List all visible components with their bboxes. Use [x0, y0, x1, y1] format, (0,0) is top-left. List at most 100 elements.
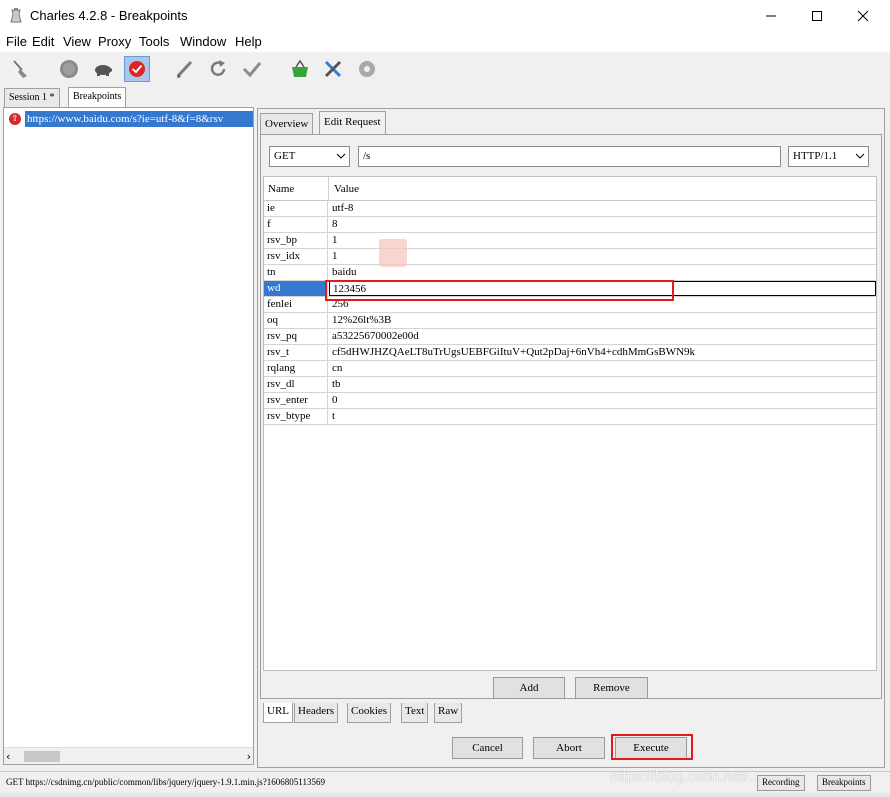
table-row[interactable]: rsv_idx 1 — [264, 249, 876, 265]
param-name-cell[interactable]: rsv_pq — [264, 329, 328, 344]
checkmark-icon — [242, 62, 262, 78]
param-value-cell[interactable]: a53225670002e00d — [329, 329, 876, 344]
param-name-cell[interactable]: rsv_btype — [264, 409, 328, 424]
red-highlight-box — [325, 280, 674, 301]
scroll-right-arrow-icon[interactable]: › — [247, 750, 251, 763]
edit-request-area: GET /s HTTP/1.1 Name Value ie utf-8 f 8 rsv_… — [260, 134, 882, 723]
menu-tools[interactable]: Tools — [139, 34, 169, 49]
maximize-button[interactable] — [794, 0, 840, 32]
cancel-button[interactable]: Cancel — [452, 737, 523, 759]
close-button[interactable] — [840, 0, 886, 32]
table-row[interactable]: rsv_pq a53225670002e00d — [264, 329, 876, 345]
param-value-cell[interactable]: tb — [329, 377, 876, 392]
table-row[interactable]: rsv_t cf5dHWJHZQAeLT8uTrUgsUEBFGiItuV+Qut… — [264, 345, 876, 361]
throttle-button[interactable] — [90, 56, 116, 82]
remove-button[interactable]: Remove — [575, 677, 648, 699]
params-table-header: Name Value — [264, 177, 876, 201]
menu-proxy[interactable]: Proxy — [98, 34, 131, 49]
table-row[interactable]: ie utf-8 — [264, 201, 876, 217]
param-name-cell[interactable]: wd — [264, 281, 328, 296]
toolbar — [0, 52, 890, 86]
minimize-button[interactable] — [748, 0, 794, 32]
tab-text[interactable]: Text — [401, 703, 429, 723]
basket-icon — [292, 59, 308, 77]
param-name-cell[interactable]: rsv_bp — [264, 233, 328, 248]
param-name-cell[interactable]: rsv_enter — [264, 393, 328, 408]
tab-cookies[interactable]: Cookies — [347, 703, 392, 723]
tab-breakpoints[interactable]: Breakpoints — [68, 87, 127, 107]
scrollbar-thumb[interactable] — [24, 751, 60, 762]
method-select[interactable]: GET — [269, 146, 350, 167]
column-header-value[interactable]: Value — [334, 183, 359, 195]
param-name-cell[interactable]: rsv_idx — [264, 249, 328, 264]
path-value: /s — [363, 150, 371, 162]
record-button[interactable] — [56, 56, 82, 82]
breakpoints-status-button[interactable]: Breakpoints — [817, 775, 871, 791]
breakpoints-toggle-button[interactable] — [124, 56, 150, 82]
recording-status-button[interactable]: Recording — [757, 775, 805, 791]
param-name-cell[interactable]: f — [264, 217, 328, 232]
shopping-basket-button[interactable] — [287, 56, 313, 82]
param-value-cell[interactable]: t — [329, 409, 876, 424]
abort-button[interactable]: Abort — [533, 737, 605, 759]
param-name-cell[interactable]: tn — [264, 265, 328, 280]
table-row[interactable]: f8 — [264, 217, 876, 233]
menu-view[interactable]: View — [63, 34, 91, 49]
param-value-cell[interactable]: utf-8 — [329, 201, 876, 216]
column-header-name[interactable]: Name — [268, 183, 294, 195]
path-input[interactable]: /s — [358, 146, 781, 167]
param-value-cell[interactable]: 12%26lt%3B — [329, 313, 876, 328]
tab-url[interactable]: URL — [263, 703, 293, 723]
column-divider — [328, 177, 329, 201]
status-text: GET https://csdnimg.cn/public/common/lib… — [6, 777, 325, 787]
settings-button[interactable] — [354, 56, 380, 82]
tab-raw[interactable]: Raw — [434, 703, 463, 723]
tab-overview[interactable]: Overview — [260, 113, 314, 135]
param-name-cell[interactable]: rsv_dl — [264, 377, 328, 392]
param-value-cell[interactable]: 8 — [329, 217, 876, 232]
repeat-button[interactable] — [205, 56, 231, 82]
protocol-select[interactable]: HTTP/1.1 — [788, 146, 869, 167]
title-bar: Charles 4.2.8 - Breakpoints — [0, 0, 890, 32]
compose-button[interactable] — [172, 56, 198, 82]
table-row[interactable]: rsv_btype t — [264, 409, 876, 425]
param-name-cell[interactable]: rsv_t — [264, 345, 328, 360]
scroll-left-arrow-icon[interactable]: ‹ — [6, 750, 10, 763]
param-value-cell[interactable]: 0 — [329, 393, 876, 408]
params-table: Name Value ie utf-8 f 8 rsv_bp 1 rsv_idx 1 tn bai… — [263, 176, 877, 671]
menu-file[interactable]: File — [6, 34, 27, 49]
param-value-cell[interactable]: cf5dHWJHZQAeLT8uTrUgsUEBFGiItuV+Qut2pDaj… — [329, 345, 876, 360]
param-name-cell[interactable]: fenlei — [264, 297, 328, 312]
table-row[interactable]: tn baidu — [264, 265, 876, 281]
breakpoint-check-icon — [129, 61, 145, 77]
wrench-screwdriver-icon — [324, 60, 342, 78]
table-row[interactable]: oq 12%26lt%3B — [264, 313, 876, 329]
table-row[interactable]: rsv_enter 0 — [264, 393, 876, 409]
menu-window[interactable]: Window — [180, 34, 226, 49]
validate-button[interactable] — [239, 56, 265, 82]
param-value-cell[interactable]: 1 — [329, 233, 876, 248]
table-row[interactable]: rqlang cn — [264, 361, 876, 377]
window-title: Charles 4.2.8 - Breakpoints — [30, 8, 188, 23]
param-name-cell[interactable]: rqlang — [264, 361, 328, 376]
refresh-icon — [210, 60, 226, 76]
menu-help[interactable]: Help — [235, 34, 262, 49]
list-item[interactable]: ⇧ https://www.baidu.com/s?ie=utf-8&f=8&r… — [5, 111, 253, 127]
param-name-cell[interactable]: ie — [264, 201, 328, 216]
param-value-cell[interactable]: cn — [329, 361, 876, 376]
close-icon — [857, 10, 869, 22]
tab-session-1[interactable]: Session 1 * — [4, 88, 60, 107]
table-row[interactable]: rsv_dl tb — [264, 377, 876, 393]
tab-edit-request[interactable]: Edit Request — [319, 111, 386, 135]
horizontal-scrollbar[interactable]: ‹ › — [4, 747, 253, 764]
param-name-cell[interactable]: oq — [264, 313, 328, 328]
broom-clear-button[interactable] — [8, 56, 34, 82]
tools-button[interactable] — [320, 56, 346, 82]
turtle-icon — [95, 65, 112, 76]
table-row[interactable]: rsv_bp 1 — [264, 233, 876, 249]
menu-edit[interactable]: Edit — [32, 34, 54, 49]
add-button[interactable]: Add — [493, 677, 565, 699]
tab-headers[interactable]: Headers — [294, 703, 339, 723]
param-value-cell[interactable]: 1 — [329, 249, 876, 264]
param-value-cell[interactable]: baidu — [329, 265, 876, 280]
